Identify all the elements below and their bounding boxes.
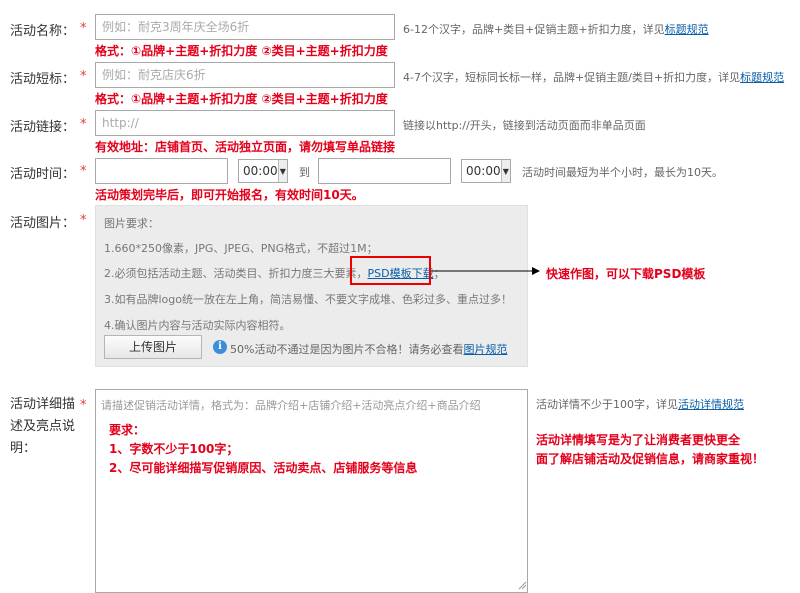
image-req-1: 1.660*250像素，JPG、JPEG、PNG格式，不超过1M；	[104, 242, 378, 255]
detail-label-line-3: 明：	[10, 441, 37, 456]
short-title-label: 活动短标：	[10, 72, 76, 87]
required-mark: *	[80, 69, 87, 84]
chevron-down-icon: ▼	[500, 160, 510, 182]
detail-label-line-1: 活动详细描	[10, 397, 76, 412]
image-label: 活动图片：	[10, 216, 76, 231]
start-time-select[interactable]: 00:00 ▼	[238, 159, 288, 183]
title-spec-link-2[interactable]: 标题规范	[740, 71, 784, 84]
short-title-hint-text: 4-7个汉字，短标同长标一样，品牌+促销主题/类目+折扣力度，详见	[403, 71, 741, 84]
short-title-input[interactable]: 例如：耐克店庆6折	[95, 62, 395, 88]
psd-highlight-box	[350, 256, 431, 285]
info-icon: i	[213, 340, 227, 354]
end-time-value: 00:00	[466, 164, 501, 178]
link-note: 有效地址：店铺首页、活动独立页面，请勿填写单品链接	[95, 140, 396, 154]
detail-label: 活动详细描 述及亮点说 明：	[10, 394, 75, 460]
required-mark: *	[80, 398, 87, 413]
required-mark: *	[80, 117, 87, 132]
time-note: 活动策划完毕后，即可开始报名，有效时间10天。	[95, 188, 364, 202]
arrow-right-icon	[431, 267, 540, 275]
resize-handle-icon[interactable]	[517, 580, 527, 590]
image-req-4: 4.确认图片内容与活动实际内容相符。	[104, 319, 291, 332]
short-title-hint: 4-7个汉字，短标同长标一样，品牌+促销主题/类目+折扣力度，详见标题规范	[403, 69, 784, 85]
title-spec-link[interactable]: 标题规范	[665, 23, 709, 36]
chevron-down-icon: ▼	[277, 160, 287, 182]
time-label: 活动时间：	[10, 167, 76, 182]
image-fail-text: 50%活动不通过是因为图片不合格！请务必查看	[230, 343, 464, 356]
detail-note-line-1: 活动详情填写是为了让消费者更快更全	[536, 433, 741, 447]
name-hint-text: 6-12个汉字，品牌+类目+促销主题+折扣力度，详见	[403, 23, 665, 36]
detail-hint-text: 活动详情不少于100字，详见	[536, 398, 678, 411]
detail-hint: 活动详情不少于100字，详见活动详情规范	[536, 396, 744, 412]
start-date-input[interactable]	[95, 158, 228, 184]
name-format-note: 格式：①品牌+主题+折扣力度 ②类目+主题+折扣力度	[95, 44, 388, 58]
name-hint: 6-12个汉字，品牌+类目+促销主题+折扣力度，详见标题规范	[403, 21, 709, 37]
upload-image-button[interactable]: 上传图片	[104, 335, 202, 359]
image-req-2-text: 2.必须包括活动主题、活动类目、折扣力度三大要素，	[104, 267, 368, 280]
image-req-title: 图片要求：	[104, 217, 159, 230]
required-mark: *	[80, 21, 87, 36]
required-mark: *	[80, 164, 87, 179]
end-time-select[interactable]: 00:00 ▼	[461, 159, 511, 183]
psd-callout: 快速作图，可以下载PSD模板	[546, 267, 706, 281]
detail-req-1: 1、字数不少于100字；	[109, 442, 239, 456]
link-hint: 链接以http://开头，链接到活动页面而非单品页面	[403, 119, 646, 132]
name-label: 活动名称：	[10, 24, 76, 39]
detail-spec-link[interactable]: 活动详情规范	[678, 398, 744, 411]
to-label: 到	[299, 166, 310, 179]
required-mark: *	[80, 213, 87, 228]
time-hint: 活动时间最短为半个小时，最长为10天。	[522, 166, 723, 179]
detail-req-2: 2、尽可能详细描写促销原因、活动卖点、店铺服务等信息	[109, 461, 418, 475]
detail-placeholder: 请描述促销活动详情，格式为：品牌介绍+店铺介绍+活动亮点介绍+商品介绍	[101, 399, 481, 412]
detail-note-line-2: 面了解店铺活动及促销信息，请商家重视！	[536, 452, 765, 466]
activity-name-input[interactable]: 例如：耐克3周年庆全场6折	[95, 14, 395, 40]
image-req-3: 3.如有品牌logo统一放在左上角，简洁易懂、不要文字成堆、色彩过多、重点过多！	[104, 293, 512, 306]
start-time-value: 00:00	[243, 164, 278, 178]
activity-link-input[interactable]: http://	[95, 110, 395, 136]
image-fail-hint: 50%活动不通过是因为图片不合格！请务必查看图片规范	[230, 341, 507, 357]
detail-req-title: 要求：	[109, 423, 146, 437]
end-date-input[interactable]	[318, 158, 451, 184]
short-title-format-note: 格式：①品牌+主题+折扣力度 ②类目+主题+折扣力度	[95, 92, 388, 106]
detail-label-line-2: 述及亮点说	[10, 419, 76, 434]
link-label: 活动链接：	[10, 120, 76, 135]
image-spec-link[interactable]: 图片规范	[463, 343, 507, 356]
activity-detail-textarea[interactable]	[95, 389, 528, 593]
